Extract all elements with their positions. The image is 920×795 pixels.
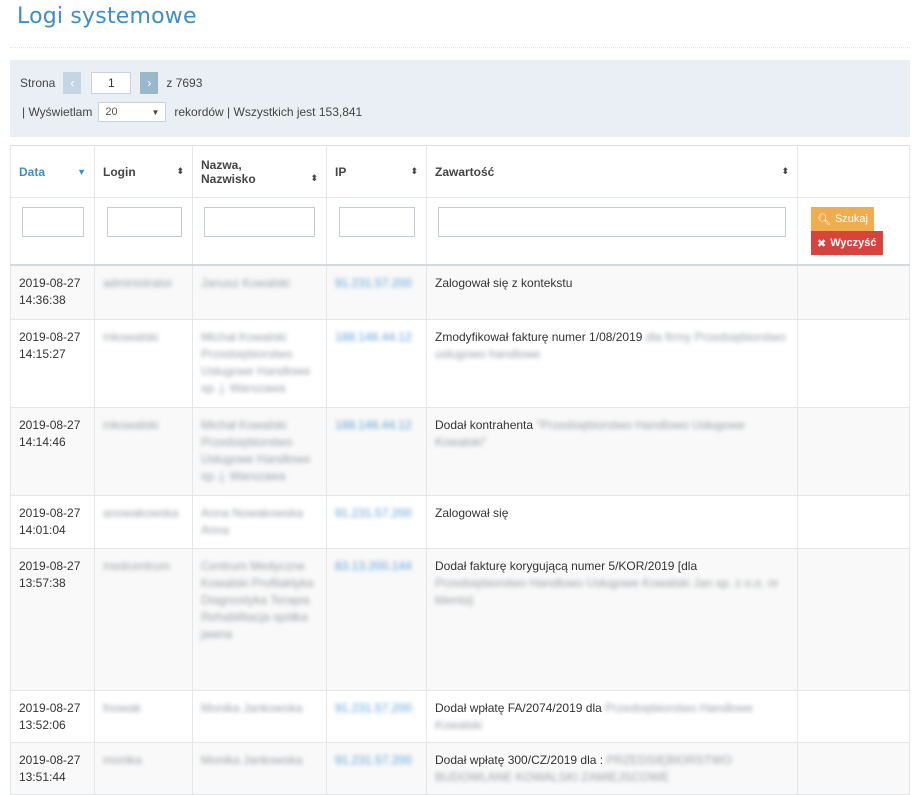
chevron-left-icon: ‹: [70, 76, 75, 90]
caret-down-icon: ▼: [151, 107, 160, 117]
content-cell: Dodał wpłatę 300/CZ/2019 dla : PRZEDSIĘB…: [426, 742, 798, 795]
search-icon: 🔍︎: [817, 213, 831, 226]
name-cell: Anna Nowakowska Anna: [192, 495, 327, 549]
sort-desc-icon: ▼: [77, 166, 86, 177]
content-cell: Zalogował się: [426, 495, 798, 549]
records-row: | Wyświetlam 20 ▼ rekordów | Wszystkich …: [22, 102, 362, 122]
actions-cell: [797, 548, 910, 691]
table-row[interactable]: 2019-08-27 14:15:27 mkowalski Michał Kowals…: [10, 319, 910, 408]
table-row[interactable]: 2019-08-27 13:57:38 medcentrum Centrum Medy…: [10, 548, 910, 691]
column-header-name[interactable]: Nazwa, Nazwisko ⬍: [192, 145, 327, 198]
name-cell: Centrum Medyczne Kowalski Profilaktyka D…: [192, 548, 327, 691]
pager-row: Strona ‹ 1 › z 7693: [20, 72, 202, 94]
login-filter-input[interactable]: [107, 207, 182, 237]
login-cell: administrator: [94, 264, 193, 320]
clear-button[interactable]: ✖ Wyczyść: [811, 231, 883, 255]
per-page-select[interactable]: 20 ▼: [98, 102, 167, 122]
actions-cell: [797, 690, 910, 743]
content-cell: Zalogował się z kontekstu: [426, 264, 798, 320]
filter-row: 🔍︎ Szukaj ✖ Wyczyść: [10, 197, 910, 266]
per-page-value: 20: [105, 106, 118, 118]
table-row[interactable]: 2019-08-27 14:14:46 mkowalski Michał Kowals…: [10, 407, 910, 496]
prev-page-button[interactable]: ‹: [63, 72, 82, 94]
table-row[interactable]: 2019-08-27 13:51:44 monika Monika Jankowska…: [10, 742, 910, 795]
ip-cell: 91.231.57.200: [326, 742, 427, 795]
column-header-login[interactable]: Login ⬍: [94, 145, 193, 198]
content-cell: Dodał wpłatę FA/2074/2019 dla Przedsiębi…: [426, 690, 798, 743]
chevron-right-icon: ›: [147, 76, 152, 90]
login-cell: fnowak: [94, 690, 193, 743]
login-cell: mkowalski: [94, 407, 193, 496]
content-cell: Dodał kontrahenta "Przedsiębiorstwo Hand…: [426, 407, 798, 496]
ip-cell: 188.146.44.12: [326, 407, 427, 496]
table-row[interactable]: 2019-08-27 13:52:06 fnowak Monika Jankowska…: [10, 690, 910, 743]
date-cell: 2019-08-27 14:14:46: [10, 407, 95, 496]
page-title: Logi systemowe: [17, 4, 197, 29]
close-icon: ✖: [817, 237, 827, 250]
ip-filter-input[interactable]: [339, 207, 415, 237]
actions-cell: [797, 407, 910, 496]
column-header-date[interactable]: Data ▼: [10, 145, 95, 198]
name-cell: Monika Jankowska: [192, 742, 327, 795]
login-cell: mkowalski: [94, 319, 193, 408]
login-cell: medcentrum: [94, 548, 193, 691]
content-cell: Zmodyfikował fakturę numer 1/08/2019 dla…: [426, 319, 798, 408]
date-cell: 2019-08-27 13:51:44: [10, 742, 95, 795]
records-total: rekordów | Wszystkich jest 153,841: [174, 105, 363, 119]
ip-cell: 91.231.57.200: [326, 264, 427, 320]
column-header-content[interactable]: Zawartość ⬍: [426, 145, 798, 198]
ip-cell: 83.13.200.144: [326, 548, 427, 691]
sort-icon: ⬍: [410, 166, 418, 176]
content-filter-input[interactable]: [438, 207, 786, 237]
actions-cell: [797, 495, 910, 549]
date-cell: 2019-08-27 14:01:04: [10, 495, 95, 549]
date-cell: 2019-08-27 13:57:38: [10, 548, 95, 691]
column-header-actions: [797, 145, 910, 198]
name-cell: Michał Kowalski Przedsiębiorstwo Usługow…: [192, 407, 327, 496]
login-cell: anowakowska: [94, 495, 193, 549]
page-number-input[interactable]: 1: [91, 72, 132, 94]
logs-table: Data ▼ Login ⬍ Nazwa, Nazwisko ⬍ IP ⬍ Zawarto…: [10, 145, 910, 795]
login-cell: monika: [94, 742, 193, 795]
next-page-button[interactable]: ›: [140, 72, 159, 94]
table-header-row: Data ▼ Login ⬍ Nazwa, Nazwisko ⬍ IP ⬍ Zawarto…: [10, 145, 910, 198]
pager-panel: Strona ‹ 1 › z 7693 | Wyświetlam 20 ▼ re…: [10, 60, 910, 137]
total-pages: z 7693: [166, 76, 203, 90]
table-row[interactable]: 2019-08-27 14:01:04 anowakowska Anna Nowako…: [10, 495, 910, 549]
table-body: 2019-08-27 14:36:38 administrator Janusz Ko…: [10, 264, 910, 795]
actions-cell: [797, 264, 910, 320]
sort-icon: ⬍: [781, 166, 789, 176]
table-row[interactable]: 2019-08-27 14:36:38 administrator Janusz Ko…: [10, 264, 910, 320]
actions-cell: [797, 319, 910, 408]
ip-cell: 91.231.57.200: [326, 495, 427, 549]
name-cell: Janusz Kowalski: [192, 264, 327, 320]
search-button[interactable]: 🔍︎ Szukaj: [811, 207, 874, 231]
date-cell: 2019-08-27 14:36:38: [10, 264, 95, 320]
content-cell: Dodał fakturę korygującą numer 5/KOR/201…: [426, 548, 798, 691]
ip-cell: 188.146.44.12: [326, 319, 427, 408]
column-header-ip[interactable]: IP ⬍: [326, 145, 427, 198]
date-cell: 2019-08-27 14:15:27: [10, 319, 95, 408]
name-cell: Michał Kowalski Przedsiębiorstwo Usługow…: [192, 319, 327, 408]
showing-label: | Wyświetlam: [22, 105, 93, 119]
name-filter-input[interactable]: [204, 207, 315, 237]
name-cell: Monika Jankowska: [192, 690, 327, 743]
ip-cell: 91.231.57.200: [326, 690, 427, 743]
date-filter-input[interactable]: [22, 207, 84, 237]
page-label: Strona: [20, 76, 56, 90]
title-divider: [10, 47, 910, 48]
actions-cell: [797, 742, 910, 795]
sort-icon: ⬍: [176, 166, 184, 176]
date-cell: 2019-08-27 13:52:06: [10, 690, 95, 743]
sort-icon: ⬍: [310, 173, 318, 183]
